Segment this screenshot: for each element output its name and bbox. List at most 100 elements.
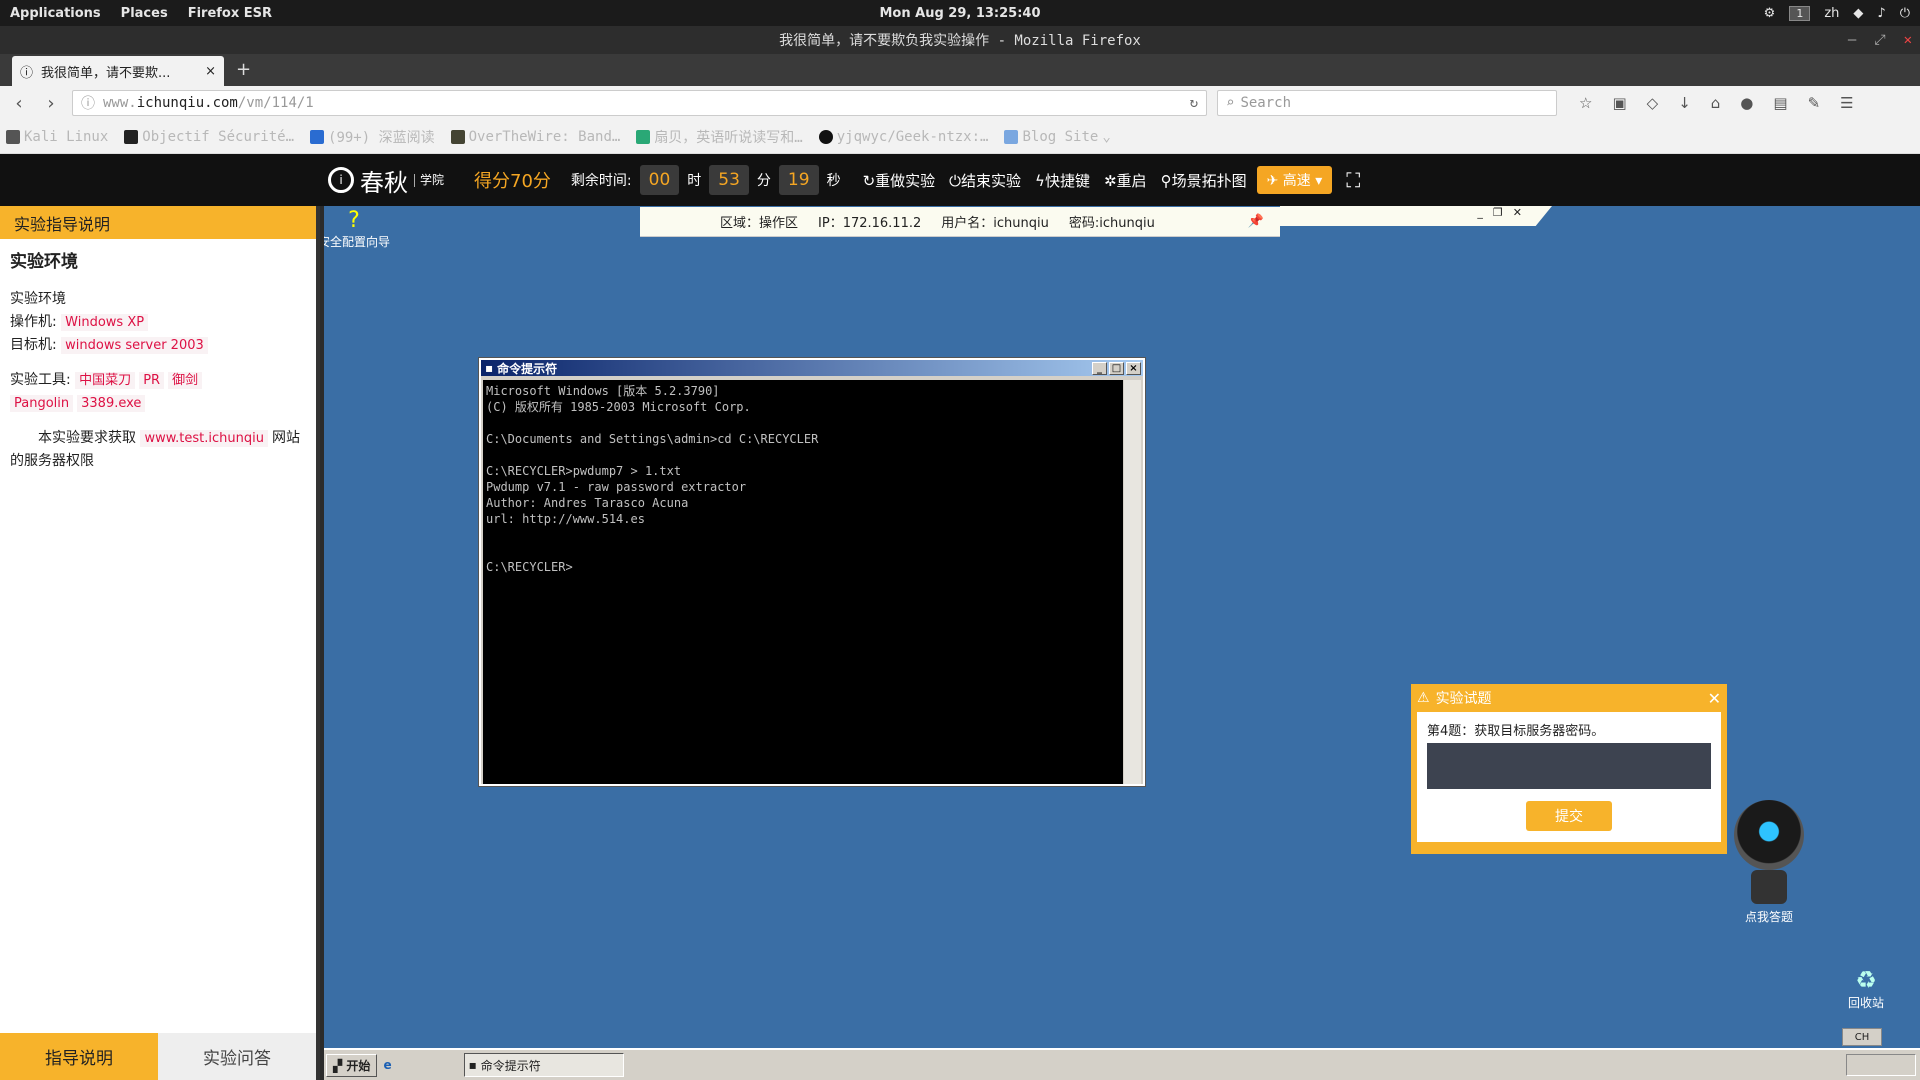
logo-subtext: 学院 (414, 173, 444, 187)
minimize-icon[interactable]: _ (1477, 206, 1483, 226)
app-icon[interactable]: ⚙ (1764, 6, 1776, 21)
bookmark-label: yjqwyc/Geek-ntzx:… (836, 128, 989, 145)
quiz-popup: ⚠ 实验试题 ✕ 第4题：获取目标服务器密码。 提交 (1411, 684, 1727, 854)
maximize-icon[interactable]: □ (1109, 361, 1124, 375)
shortcut-label: 安全配置向导 (324, 235, 390, 249)
download-icon[interactable]: ↓ (1678, 94, 1691, 112)
pocket-icon[interactable]: ◇ (1647, 94, 1659, 112)
recycle-bin[interactable]: ♻ 回收站 (1836, 966, 1896, 1011)
shanbay-icon (636, 129, 651, 144)
topology-label: 场景拓扑图 (1171, 171, 1247, 190)
extension-icon[interactable]: ✎ (1808, 94, 1821, 112)
firefox-menu[interactable]: Firefox ESR (178, 6, 282, 21)
redo-experiment-button[interactable]: ↻重做实验 (863, 170, 936, 191)
tab-active[interactable]: ⓘ 我很简单，请不要欺... × (12, 56, 224, 86)
cmd-scrollbar[interactable] (1124, 380, 1141, 784)
tab-qa[interactable]: 实验问答 (158, 1033, 316, 1080)
ie-quicklaunch-icon[interactable]: e (383, 1058, 391, 1072)
bookmark-shanbay[interactable]: 扇贝，英语听说读写和… (636, 127, 803, 147)
shortcut-button[interactable]: ϟ快捷键 (1035, 170, 1090, 191)
globe-icon[interactable]: ● (1740, 94, 1753, 112)
bookmark-label: 扇贝，英语听说读写和… (654, 129, 803, 146)
search-input[interactable]: ⌕ Search (1217, 90, 1557, 116)
bookmark-label: Kali Linux (24, 128, 109, 145)
env-label: 实验环境 (10, 291, 66, 307)
close-icon[interactable]: ✕ (1708, 689, 1721, 708)
objectif-icon (124, 129, 139, 144)
fullscreen-icon[interactable]: ⛶ (1346, 168, 1360, 192)
wifi-icon[interactable]: ◆ (1853, 6, 1863, 21)
clipboard-icon[interactable]: ▣ (1612, 94, 1626, 112)
guide-body: 实验环境 实验环境 操作机: Windows XP 目标机: windows s… (0, 239, 316, 485)
bookmark-github[interactable]: yjqwyc/Geek-ntzx:… (818, 128, 989, 145)
new-tab-button[interactable]: + (224, 59, 263, 86)
bookmark-overthewire[interactable]: OverTheWire: Band… (450, 128, 621, 145)
cmd-icon: ▪ (468, 1058, 477, 1072)
back-icon[interactable]: ‹ (8, 93, 30, 114)
robot-label: 点我答题 (1744, 910, 1793, 924)
menu-icon[interactable]: ☰ (1840, 94, 1853, 112)
cmd-titlebar[interactable]: ▪ 命令提示符 _ □ × (481, 360, 1143, 376)
bookmark-kali[interactable]: Kali Linux (6, 129, 108, 145)
screen-icon[interactable]: ▤ (1773, 94, 1787, 112)
system-tray[interactable] (1846, 1054, 1916, 1076)
clock[interactable]: Mon Aug 29, 13:25:40 (0, 6, 1920, 21)
minimize-icon[interactable]: _ (1092, 361, 1107, 375)
power-icon[interactable]: ⏻ (1900, 6, 1910, 21)
logo-text: 春秋 (360, 168, 408, 197)
connection-info-bar: 区域：操作区 IP：172.16.11.2 用户名：ichunqiu 密码:ic… (640, 207, 1280, 237)
language-indicator[interactable]: zh (1824, 6, 1839, 21)
submit-button[interactable]: 提交 (1526, 801, 1612, 831)
close-icon[interactable]: ✕ (1904, 32, 1912, 48)
remote-desktop[interactable]: 区域：操作区 IP：172.16.11.2 用户名：ichunqiu 密码:ic… (324, 206, 1920, 1080)
tool-tag: PR (139, 372, 165, 389)
bookmark-blog-folder[interactable]: Blog Site ⌄ (1004, 129, 1111, 145)
ichunqiu-logo[interactable]: i 春秋 学院 (328, 163, 444, 198)
spinner-icon: ✲ (1103, 171, 1117, 190)
quiz-title: 实验试题 (1435, 691, 1492, 707)
search-placeholder: Search (1240, 95, 1292, 111)
site-info-icon[interactable]: ⓘ (81, 93, 95, 113)
bookmark-shenlan[interactable]: (99+) 深蓝阅读 (310, 127, 435, 147)
places-menu[interactable]: Places (111, 6, 178, 21)
volume-icon[interactable]: ♪ (1877, 6, 1885, 21)
url-prefix: www. (103, 95, 137, 111)
navigation-bar: ‹ › ⓘ www.ichunqiu.com/vm/114/1 ↻ ⌕ Searc… (0, 86, 1920, 120)
bookmark-objectif[interactable]: Objectif Sécurité… (124, 129, 294, 145)
pin-icon[interactable]: 📌 (1248, 214, 1264, 229)
restore-icon[interactable]: ❐ (1493, 206, 1503, 226)
close-icon[interactable]: × (1126, 361, 1141, 375)
close-icon[interactable]: ✕ (1513, 206, 1522, 226)
forward-icon[interactable]: › (40, 93, 62, 114)
restart-label: 重启 (1116, 171, 1147, 190)
applications-menu[interactable]: Applications (0, 6, 111, 21)
bookmark-label: OverTheWire: Band… (468, 128, 621, 145)
req-link[interactable]: www.test.ichunqiu (140, 430, 268, 447)
minimize-icon[interactable]: – (1848, 32, 1856, 48)
home-icon[interactable]: ⌂ (1711, 94, 1721, 112)
answer-robot[interactable]: 点我答题 (1724, 800, 1814, 925)
tab-guide[interactable]: 指导说明 (0, 1033, 158, 1080)
restart-button[interactable]: ✲重启 (1104, 170, 1147, 191)
cmd-output[interactable]: Microsoft Windows [版本 5.2.3790] (C) 版权所有… (483, 380, 1123, 784)
url-bar[interactable]: ⓘ www.ichunqiu.com/vm/114/1 ↻ (72, 90, 1207, 116)
reload-icon[interactable]: ↻ (1190, 95, 1198, 111)
start-button[interactable]: ▞ 开始 (326, 1053, 378, 1077)
tab-close-icon[interactable]: × (205, 64, 216, 79)
taskbar-cmd[interactable]: ▪ 命令提示符 (463, 1053, 624, 1077)
maximize-icon[interactable]: ⤢ (1874, 32, 1885, 48)
speed-dropdown[interactable]: ✈ 高速 ▾ (1256, 166, 1333, 194)
ime-indicator[interactable]: CH (1842, 1028, 1882, 1046)
section-title: 实验环境 (10, 252, 78, 272)
end-label: 结束实验 (961, 171, 1022, 190)
topology-button[interactable]: ⚲场景拓扑图 (1161, 170, 1247, 191)
cmd-icon: ▪ (485, 361, 494, 375)
kali-icon (6, 129, 20, 144)
security-wizard-shortcut[interactable]: ? 安全配置向导 (324, 208, 394, 250)
workspace-indicator[interactable]: 1 (1789, 5, 1811, 21)
bookmark-star-icon[interactable]: ☆ (1579, 94, 1592, 112)
cmd-window[interactable]: ▪ 命令提示符 _ □ × Microsoft Windows [版本 5.2.37… (478, 357, 1146, 787)
bookmarks-bar: Kali Linux Objectif Sécurité… (99+) 深蓝阅读… (0, 120, 1920, 154)
answer-input[interactable] (1427, 743, 1711, 789)
end-experiment-button[interactable]: ⏻结束实验 (949, 170, 1021, 191)
